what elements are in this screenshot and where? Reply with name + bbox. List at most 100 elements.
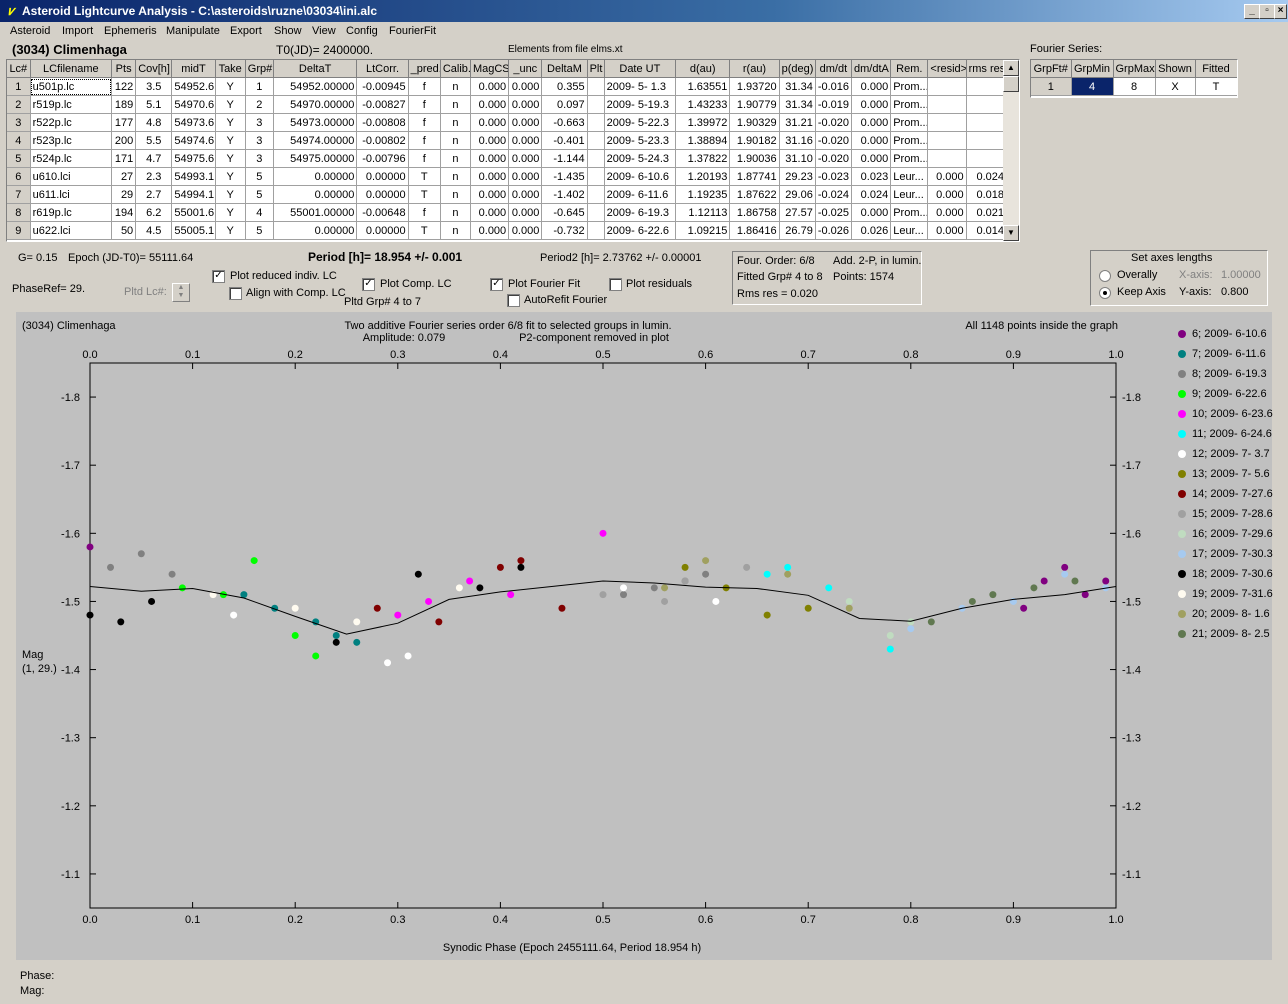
table-cell[interactable]: 200	[111, 131, 137, 150]
table-cell[interactable]: Y	[215, 95, 246, 114]
table-cell[interactable]	[927, 149, 967, 168]
table-cell[interactable]: 54994.1	[171, 185, 216, 204]
table-cell[interactable]: 55001.6	[171, 203, 216, 222]
menu-import[interactable]: Import	[62, 25, 93, 37]
table-cell[interactable]: 0.021	[966, 203, 1008, 222]
table-cell[interactable]: 0.000	[470, 203, 510, 222]
table-cell[interactable]: 1.87622	[729, 185, 780, 204]
table-cell[interactable]: -1.435	[541, 167, 588, 186]
table-cell[interactable]: 5	[245, 167, 274, 186]
plot-residuals-checkbox[interactable]	[609, 278, 622, 291]
yaxis-value[interactable]: 0.800	[1221, 286, 1249, 298]
table-col-header[interactable]: rms res	[966, 60, 1008, 78]
table-cell[interactable]	[587, 113, 605, 132]
table-cell[interactable]: 2009- 6-11.6	[604, 185, 677, 204]
table-cell[interactable]: Y	[215, 149, 246, 168]
table-cell[interactable]: -0.663	[541, 113, 588, 132]
table-cell[interactable]: 0.024	[966, 167, 1008, 186]
table-cell[interactable]: 0.000	[470, 167, 510, 186]
table-col-header[interactable]: dm/dt	[815, 60, 853, 78]
table-cell[interactable]: 0.000	[470, 221, 510, 240]
menu-ephemeris[interactable]: Ephemeris	[104, 25, 157, 37]
table-cell[interactable]: 189	[111, 95, 137, 114]
fourier-cell-grpft[interactable]: 1	[1031, 77, 1072, 96]
table-cell[interactable]: -0.732	[541, 221, 588, 240]
table-cell[interactable]: n	[440, 95, 471, 114]
table-cell[interactable]: 171	[111, 149, 137, 168]
table-row[interactable]: 3 r522p.lc 177 4.8 54973.6 Y 3 54973.00000 -0.00…	[7, 113, 1008, 132]
table-cell[interactable]: 54973.6	[171, 113, 216, 132]
table-cell[interactable]: -0.020	[815, 113, 853, 132]
table-col-header[interactable]: Calib.	[440, 60, 471, 78]
table-cell[interactable]: 0.000	[851, 77, 892, 96]
table-cell[interactable]: 6.2	[135, 203, 173, 222]
row-header[interactable]: 8	[7, 203, 31, 222]
table-col-header[interactable]: Pts	[111, 60, 137, 78]
table-cell[interactable]: n	[440, 221, 471, 240]
table-cell[interactable]: -1.402	[541, 185, 588, 204]
table-cell[interactable]	[927, 77, 967, 96]
menu-fourierfit[interactable]: FourierFit	[389, 25, 436, 37]
table-cell[interactable]: 54952.6	[171, 77, 216, 96]
row-header[interactable]: 5	[7, 149, 31, 168]
table-cell[interactable]: 2009- 6-19.3	[604, 203, 677, 222]
table-col-header[interactable]: <resid>	[927, 60, 967, 78]
table-col-header[interactable]: DeltaM	[541, 60, 588, 78]
table-col-header[interactable]: Plt	[587, 60, 605, 78]
table-cell[interactable]: n	[440, 185, 471, 204]
table-cell[interactable]: 0.000	[851, 113, 892, 132]
table-cell[interactable]: 54993.1	[171, 167, 216, 186]
table-cell[interactable]: 0.000	[927, 203, 967, 222]
table-cell[interactable]	[966, 95, 1008, 114]
table-cell[interactable]: 26.79	[779, 221, 816, 240]
scroll-up-arrow-icon[interactable]: ▲	[1003, 60, 1019, 76]
table-cell[interactable]: 122	[111, 77, 137, 96]
table-cell[interactable]: 0.026	[851, 221, 892, 240]
row-header[interactable]: 1	[7, 77, 31, 96]
table-cell[interactable]: n	[440, 149, 471, 168]
table-cell[interactable]: 3	[245, 149, 274, 168]
table-col-header[interactable]: r(au)	[729, 60, 780, 78]
table-cell[interactable]: r524p.lc	[30, 149, 113, 168]
table-cell[interactable]: r619p.lc	[30, 203, 113, 222]
menu-view[interactable]: View	[312, 25, 336, 37]
table-cell[interactable]: 0.00000	[356, 221, 409, 240]
table-col-header[interactable]: _unc	[508, 60, 543, 78]
table-cell[interactable]: Prom...	[890, 149, 929, 168]
table-cell[interactable]: 29.06	[779, 185, 816, 204]
table-cell[interactable]: T	[408, 167, 441, 186]
table-cell[interactable]: -0.00827	[356, 95, 409, 114]
table-cell[interactable]: -0.023	[815, 167, 853, 186]
table-cell[interactable]: -0.024	[815, 185, 853, 204]
table-cell[interactable]	[966, 113, 1008, 132]
table-cell[interactable]: 1.90036	[729, 149, 780, 168]
table-cell[interactable]: r522p.lc	[30, 113, 113, 132]
maximize-button[interactable]: ▫	[1259, 4, 1275, 19]
table-cell[interactable]: 0.000	[508, 185, 543, 204]
table-cell[interactable]: 29.23	[779, 167, 816, 186]
table-scrollbar[interactable]: ▲ ▼	[1003, 60, 1019, 241]
table-cell[interactable]: -0.019	[815, 95, 853, 114]
table-cell[interactable]: 0.000	[470, 149, 510, 168]
table-cell[interactable]: 0.00000	[273, 185, 358, 204]
row-header[interactable]: 2	[7, 95, 31, 114]
table-col-header[interactable]: Grp#	[245, 60, 274, 78]
table-col-header[interactable]: dm/dtA	[851, 60, 892, 78]
table-cell[interactable]: 0.000	[508, 203, 543, 222]
lightcurve-table[interactable]: Lc# LCfilename Pts Cov[h] midT Take Grp# DeltaT…	[6, 59, 1020, 242]
table-col-header[interactable]: Take	[215, 60, 246, 78]
table-cell[interactable]: -1.144	[541, 149, 588, 168]
table-cell[interactable]: u501p.lc	[30, 77, 113, 96]
lightcurve-plot[interactable]: (3034) Climenhaga Two additive Fourier s…	[16, 312, 1273, 960]
table-cell[interactable]: Prom...	[890, 95, 929, 114]
table-row[interactable]: 6 u610.lci 27 2.3 54993.1 Y 5 0.00000 0.00000 Tn 0…	[7, 167, 1008, 186]
table-cell[interactable]: Y	[215, 221, 246, 240]
table-cell[interactable]: Leur...	[890, 185, 929, 204]
table-cell[interactable]: u622.lci	[30, 221, 113, 240]
table-cell[interactable]: 1.20193	[675, 167, 731, 186]
table-cell[interactable]: 31.10	[779, 149, 816, 168]
table-cell[interactable]: f	[408, 77, 441, 96]
menu-asteroid[interactable]: Asteroid	[10, 25, 50, 37]
table-cell[interactable]: 2009- 5-23.3	[604, 131, 677, 150]
table-cell[interactable]: Leur...	[890, 167, 929, 186]
